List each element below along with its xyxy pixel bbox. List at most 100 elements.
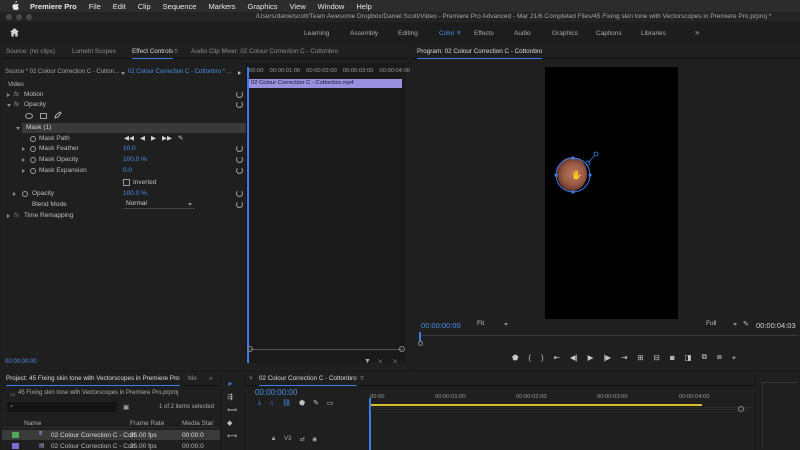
apple-icon[interactable]	[10, 1, 20, 11]
reset-mask-expansion-icon[interactable]	[236, 167, 243, 174]
rectangle-mask-icon[interactable]	[40, 113, 47, 119]
add-marker-icon[interactable]: ⬟	[512, 353, 519, 362]
mask-opacity-value[interactable]: 100.0 %	[123, 156, 147, 163]
source-clip-label[interactable]: Source * 02 Colour Correction C - Cotton…	[5, 69, 119, 75]
go-to-in-icon[interactable]: ⇤	[554, 353, 560, 362]
mark-out-icon[interactable]: }	[541, 353, 544, 362]
extract-icon[interactable]: ⊟	[654, 353, 660, 362]
step-back-icon[interactable]: ◀|	[570, 353, 578, 362]
playback-resolution-select[interactable]: Full	[703, 319, 739, 329]
tab-source[interactable]: Source: (no clips)	[6, 48, 55, 55]
work-area-bar[interactable]	[370, 404, 702, 406]
tab-lumetri-scopes[interactable]: Lumetri Scopes	[72, 48, 116, 55]
linked-selection-icon[interactable]: ⛓	[282, 399, 291, 407]
table-row[interactable]: ▤ 02 Colour Correction C - Cott 25.00 fp…	[2, 442, 220, 450]
step-forward-icon[interactable]: |▶	[603, 353, 611, 362]
track-forward-one-icon[interactable]: ▶	[151, 134, 156, 142]
fit-select[interactable]: Fit	[474, 319, 510, 329]
panel-menu-icon[interactable]: ≡	[174, 48, 178, 55]
go-to-out-icon[interactable]: ⇥	[621, 353, 627, 362]
mask-feather-stopwatch-icon[interactable]	[30, 146, 36, 152]
toggle-track-output-icon[interactable]: ◉	[312, 436, 317, 443]
track-settings-wrench-icon[interactable]: ✎	[178, 134, 183, 142]
menu-view[interactable]: View	[290, 2, 306, 11]
workspace-menu-icon[interactable]: ≡	[457, 30, 461, 37]
program-timecode[interactable]: 00:00:00:00	[421, 321, 461, 330]
track-backward-icon[interactable]: ◀◀	[124, 134, 134, 142]
mask-expansion-value[interactable]: 0.0	[123, 167, 132, 174]
mask-label[interactable]: Mask (1)	[26, 124, 51, 131]
ellipse-mask-icon[interactable]	[25, 113, 33, 119]
quality-dropdown-icon[interactable]	[733, 323, 737, 326]
razor-tool-icon[interactable]: ◆	[227, 419, 237, 427]
timeline-menu-icon[interactable]: ≡	[360, 375, 364, 382]
program-monitor-title[interactable]: Program: 02 Colour Correction C - Cotton…	[417, 48, 543, 59]
more-workspaces-icon[interactable]: »	[695, 28, 699, 37]
lock-track-icon[interactable]: 🔒︎	[272, 436, 275, 443]
reset-opacity-icon[interactable]	[236, 101, 243, 108]
home-icon[interactable]	[9, 27, 20, 38]
sequence-tab[interactable]: 02 Colour Correction C - Cottonbro	[259, 375, 357, 386]
table-row[interactable]: ⩩ 02 Colour Correction C - Cott 25.00 fp…	[2, 430, 220, 440]
menu-markers[interactable]: Markers	[208, 2, 235, 11]
workspace-libraries[interactable]: Libraries	[641, 30, 666, 37]
button-editor-icon[interactable]: +	[732, 353, 736, 362]
col-media-start[interactable]: Media Star	[182, 420, 213, 427]
program-menu-icon[interactable]: ≡	[535, 48, 539, 55]
collapse-opacity-icon[interactable]	[7, 104, 11, 107]
collapse-mask-icon[interactable]	[16, 127, 20, 130]
new-bin-from-search-icon[interactable]: ▣	[123, 403, 129, 411]
menu-sequence[interactable]: Sequence	[163, 2, 197, 11]
fx-badge[interactable]: fx	[14, 212, 19, 219]
tab-audio-clip-mixer[interactable]: Audio Clip Mixer: 02 Colour Correction C…	[191, 48, 338, 55]
ripple-edit-tool-icon[interactable]: ⟺	[227, 406, 237, 414]
track-forward-icon[interactable]: ▶▶	[162, 134, 172, 142]
more-panels-icon[interactable]: »	[209, 375, 213, 382]
expand-time-remapping-icon[interactable]	[7, 214, 10, 218]
zoom-window-button[interactable]	[26, 14, 32, 20]
sequence-clip-label[interactable]: 02 Colour Correction C - Cottonbro * ...	[128, 69, 232, 75]
minimize-window-button[interactable]	[16, 14, 22, 20]
add-marker-icon[interactable]: ⬟	[299, 399, 305, 407]
menu-edit[interactable]: Edit	[113, 2, 126, 11]
effect-playhead[interactable]	[247, 67, 249, 363]
timeline-ruler[interactable]: 00:00 00:00:01:00 00:00:02:00 00:00:03:0…	[370, 390, 752, 408]
menu-graphics[interactable]: Graphics	[248, 2, 278, 11]
fx-badge[interactable]: fx	[14, 91, 19, 98]
program-video-frame[interactable]: ✋	[545, 67, 678, 319]
label-color-swatch[interactable]	[12, 432, 19, 438]
zoom-handle-left[interactable]	[247, 346, 253, 352]
workspace-editing[interactable]: Editing	[398, 30, 418, 37]
track-select-tool-icon[interactable]: ⇶	[227, 393, 237, 401]
opacity-stopwatch-icon[interactable]	[22, 191, 28, 197]
reset-opacity-value-icon[interactable]	[236, 190, 243, 197]
fit-dropdown-icon[interactable]	[504, 323, 508, 326]
workspace-captions[interactable]: Captions	[596, 30, 622, 37]
timeline-zoom-handle[interactable]	[738, 406, 744, 412]
track-backward-one-icon[interactable]: ◀	[140, 134, 145, 142]
workspace-color[interactable]: Color	[439, 30, 455, 37]
opacity-value[interactable]: 100.0 %	[123, 190, 147, 197]
mask-opacity-stopwatch-icon[interactable]	[30, 157, 36, 163]
timeline-settings-icon[interactable]: ✎	[313, 399, 319, 407]
mask-expansion-stopwatch-icon[interactable]	[30, 168, 36, 174]
workspace-audio[interactable]: Audio	[514, 30, 531, 37]
project-tab[interactable]: Project: 45 Fixing skin tone with Vector…	[6, 375, 180, 386]
program-scrub-bar[interactable]	[420, 335, 798, 336]
show-timeline-icon[interactable]	[238, 71, 241, 75]
comparison-view-icon[interactable]: ◨	[685, 353, 692, 362]
expand-motion-icon[interactable]	[7, 93, 10, 97]
track-v3-label[interactable]: V3	[284, 436, 291, 442]
clip-settings-icon[interactable]: ⇲	[392, 358, 397, 365]
media-browser-tab[interactable]: Me	[188, 375, 197, 382]
mask-row-highlight[interactable]	[22, 123, 246, 133]
filter-icon[interactable]: ▼	[364, 358, 371, 365]
close-window-button[interactable]	[6, 14, 12, 20]
menu-file[interactable]: File	[89, 2, 101, 11]
project-menu-icon[interactable]: ≡	[174, 375, 178, 382]
effect-zoom-bar[interactable]	[248, 349, 403, 350]
workspace-graphics[interactable]: Graphics	[552, 30, 578, 37]
menu-clip[interactable]: Clip	[138, 2, 151, 11]
sync-lock-icon[interactable]: ⇄	[300, 436, 305, 443]
tab-effect-controls[interactable]: Effect Controls	[132, 48, 174, 59]
